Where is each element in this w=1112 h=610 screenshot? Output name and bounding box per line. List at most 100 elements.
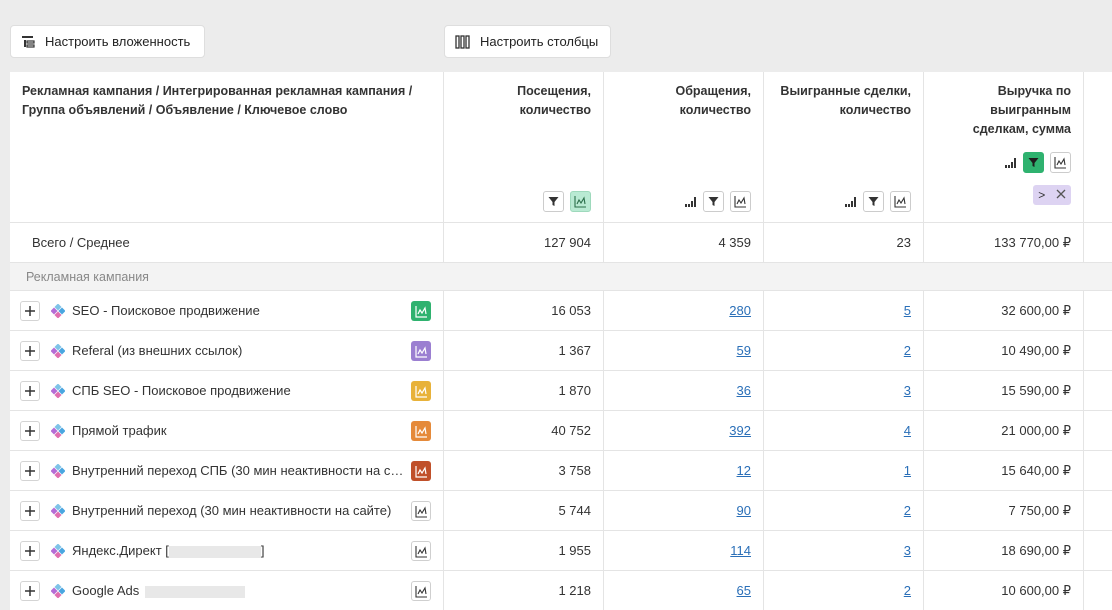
expand-icon[interactable] <box>20 421 40 441</box>
filter-icon[interactable] <box>863 191 884 212</box>
row-chart-icon[interactable] <box>411 581 431 601</box>
nesting-settings-button[interactable]: Настроить вложенность <box>10 25 205 58</box>
row-chart-icon[interactable] <box>411 381 431 401</box>
row-requests-link[interactable]: 90 <box>737 503 751 518</box>
header-requests[interactable]: Обращения, количество <box>604 72 764 222</box>
expand-icon[interactable] <box>20 461 40 481</box>
row-requests-link[interactable]: 392 <box>729 423 751 438</box>
report-table: Рекламная кампания / Интегрированная рек… <box>10 72 1112 610</box>
sort-icon[interactable] <box>1005 157 1017 168</box>
row-campaign-cell: Внутренний переход СПБ (30 мин неактивно… <box>10 451 444 490</box>
row-visits: 40 752 <box>551 423 591 438</box>
header-revenue-label: Выручка по выигранным сделкам, сумма <box>972 84 1071 136</box>
row-chart-icon[interactable] <box>411 501 431 521</box>
row-campaign-cell: СПБ SEO - Поисковое продвижение <box>10 371 444 410</box>
expand-icon[interactable] <box>20 301 40 321</box>
chart-toggle-icon[interactable] <box>1050 152 1071 173</box>
row-chart-icon[interactable] <box>411 421 431 441</box>
header-next-column <box>1084 72 1112 222</box>
row-campaign-cell: Referal (из внешних ссылок) <box>10 331 444 370</box>
row-won-deals-link[interactable]: 3 <box>904 383 911 398</box>
header-revenue[interactable]: Выручка по выигранным сделкам, сумма > <box>924 72 1084 222</box>
row-won-deals-link[interactable]: 4 <box>904 423 911 438</box>
row-campaign-cell: Яндекс.Директ [] <box>10 531 444 570</box>
campaign-icon <box>51 464 65 478</box>
campaign-name[interactable]: СПБ SEO - Поисковое продвижение <box>72 383 291 398</box>
campaign-icon <box>51 384 65 398</box>
totals-row: Всего / Среднее 127 904 4 359 23 133 770… <box>10 222 1112 262</box>
close-icon[interactable] <box>1056 188 1066 202</box>
row-won-deals-link[interactable]: 2 <box>904 503 911 518</box>
row-visits: 3 758 <box>558 463 591 478</box>
row-revenue: 15 640,00 ₽ <box>1001 462 1071 478</box>
campaign-icon <box>51 424 65 438</box>
chart-toggle-icon[interactable] <box>890 191 911 212</box>
sort-icon[interactable] <box>685 196 697 207</box>
row-won-deals-link[interactable]: 5 <box>904 303 911 318</box>
row-visits: 5 744 <box>558 503 591 518</box>
row-chart-icon[interactable] <box>411 541 431 561</box>
header-campaign-label: Рекламная кампания / Интегрированная рек… <box>22 84 413 117</box>
campaign-name[interactable]: Referal (из внешних ссылок) <box>72 343 242 358</box>
expand-icon[interactable] <box>20 381 40 401</box>
campaign-name[interactable]: Google Ads <box>72 583 246 598</box>
expand-icon[interactable] <box>20 501 40 521</box>
revenue-filter-chip[interactable]: > <box>1033 185 1071 205</box>
group-label: Рекламная кампания <box>26 270 149 284</box>
row-campaign-cell: Внутренний переход (30 мин неактивности … <box>10 491 444 530</box>
row-chart-icon[interactable] <box>411 461 431 481</box>
header-visits-label: Посещения, количество <box>517 84 591 117</box>
redacted-text <box>145 585 246 598</box>
columns-settings-button[interactable]: Настроить столбцы <box>444 25 611 58</box>
row-chart-icon[interactable] <box>411 301 431 321</box>
row-revenue: 15 590,00 ₽ <box>1001 382 1071 398</box>
row-name-text: Referal (из внешних ссылок) <box>72 343 243 358</box>
campaign-name[interactable]: Прямой трафик <box>72 423 167 438</box>
campaign-name[interactable]: Яндекс.Директ [] <box>72 543 265 558</box>
row-requests-link[interactable]: 59 <box>737 343 751 358</box>
filter-icon[interactable] <box>703 191 724 212</box>
row-revenue: 32 600,00 ₽ <box>1001 302 1071 318</box>
row-requests-link[interactable]: 65 <box>737 583 751 598</box>
row-requests-link[interactable]: 280 <box>729 303 751 318</box>
expand-icon[interactable] <box>20 341 40 361</box>
columns-icon <box>455 34 470 49</box>
table-row: Яндекс.Директ [] 1 955 114 3 18 690,00 ₽ <box>10 530 1112 570</box>
campaign-icon <box>51 344 65 358</box>
chart-toggle-icon[interactable] <box>730 191 751 212</box>
campaign-name[interactable]: Внутренний переход СПБ (30 мин неактивно… <box>72 463 404 478</box>
row-campaign-cell: Google Ads <box>10 571 444 610</box>
row-name-text: SEO - Поисковое продвижение <box>72 303 260 318</box>
row-won-deals-link[interactable]: 1 <box>904 463 911 478</box>
campaign-icon <box>51 544 65 558</box>
row-requests-link[interactable]: 36 <box>737 383 751 398</box>
row-chart-icon[interactable] <box>411 341 431 361</box>
row-campaign-cell: Прямой трафик <box>10 411 444 450</box>
expand-icon[interactable] <box>20 581 40 601</box>
row-visits: 1 367 <box>558 343 591 358</box>
row-requests-link[interactable]: 114 <box>730 543 751 558</box>
row-revenue: 10 490,00 ₽ <box>1001 342 1071 358</box>
row-visits: 1 218 <box>558 583 591 598</box>
filter-active-icon[interactable] <box>1023 152 1044 173</box>
totals-won-deals: 23 <box>896 235 911 250</box>
row-won-deals-link[interactable]: 2 <box>904 343 911 358</box>
campaign-name[interactable]: SEO - Поисковое продвижение <box>72 303 260 318</box>
tree-icon <box>22 35 35 48</box>
chart-toggle-icon[interactable] <box>570 191 591 212</box>
header-campaign[interactable]: Рекламная кампания / Интегрированная рек… <box>10 72 444 222</box>
row-revenue: 21 000,00 ₽ <box>1001 422 1071 438</box>
filter-icon[interactable] <box>543 191 564 212</box>
header-won-deals[interactable]: Выигранные сделки, количество <box>764 72 924 222</box>
redacted-text <box>168 545 261 558</box>
row-won-deals-link[interactable]: 2 <box>904 583 911 598</box>
table-row: Внутренний переход (30 мин неактивности … <box>10 490 1112 530</box>
row-requests-link[interactable]: 12 <box>737 463 751 478</box>
campaign-name[interactable]: Внутренний переход (30 мин неактивности … <box>72 503 391 518</box>
row-won-deals-link[interactable]: 3 <box>904 543 911 558</box>
sort-icon[interactable] <box>845 196 857 207</box>
expand-icon[interactable] <box>20 541 40 561</box>
header-visits[interactable]: Посещения, количество <box>444 72 604 222</box>
table-row: Google Ads 1 218 65 2 10 600,00 ₽ <box>10 570 1112 610</box>
row-campaign-cell: SEO - Поисковое продвижение <box>10 291 444 330</box>
